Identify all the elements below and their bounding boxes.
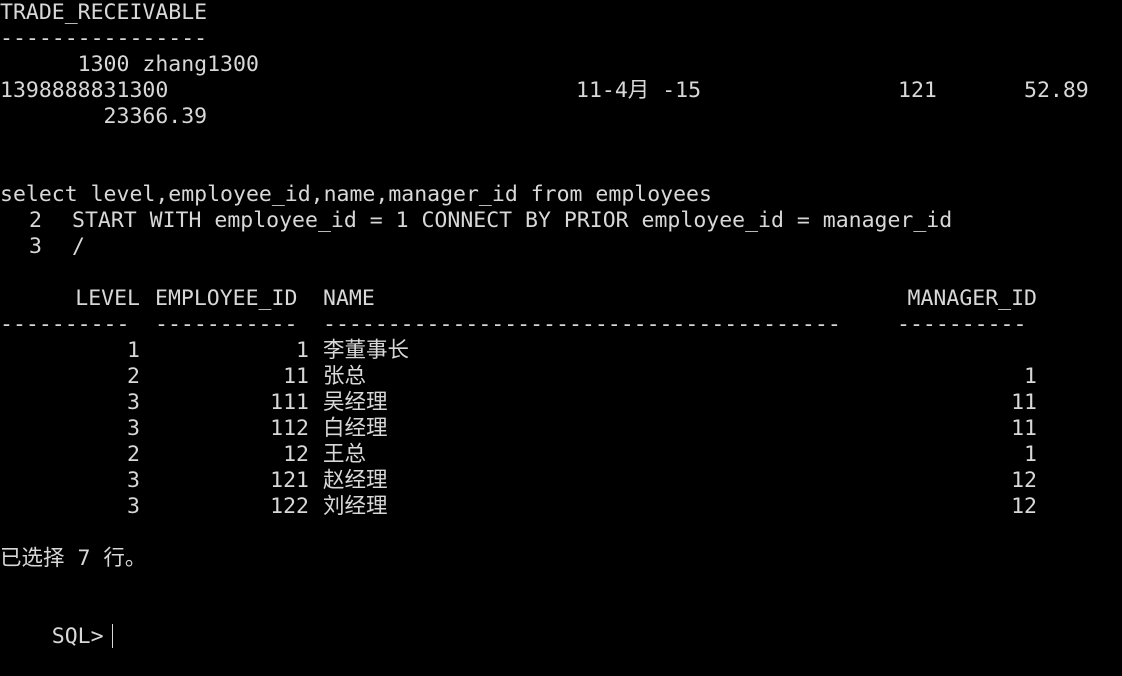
table-row: 2 11 张总 1 bbox=[0, 364, 1122, 390]
manager-id-cell: 1 bbox=[1024, 442, 1037, 467]
query-line: 3 / bbox=[0, 234, 1122, 260]
prev-output-row: 1300 zhang1300 bbox=[0, 52, 259, 77]
line-number: 2 bbox=[29, 208, 42, 233]
query-text: START WITH employee_id = 1 CONNECT BY PR… bbox=[72, 208, 953, 233]
table-row: 3 111 吴经理 11 bbox=[0, 390, 1122, 416]
separator-employee-id: ----------- bbox=[155, 312, 298, 337]
text-cursor bbox=[111, 624, 113, 648]
level-cell: 3 bbox=[127, 494, 140, 519]
table-row: 3 112 白经理 11 bbox=[0, 416, 1122, 442]
sql-prompt: SQL> bbox=[51, 624, 104, 649]
prev-output-row: 1398888831300 11-4月 -15 121 52.89 bbox=[0, 78, 1122, 104]
prev-date-value: 11-4月 -15 bbox=[576, 78, 702, 103]
manager-id-cell: 11 bbox=[1011, 416, 1037, 441]
prev-column-underline: ---------------- bbox=[0, 26, 208, 51]
level-cell: 2 bbox=[127, 442, 140, 467]
table-row: 3 122 刘经理 12 bbox=[0, 494, 1122, 520]
employee-id-cell: 111 bbox=[270, 390, 309, 415]
prev-amount-value: 52.89 bbox=[1024, 78, 1089, 103]
separator-level: ---------- bbox=[0, 312, 130, 337]
name-cell: 张总 bbox=[323, 364, 367, 389]
column-header-employee-id: EMPLOYEE_ID bbox=[155, 286, 298, 311]
prev-number-value: 121 bbox=[898, 78, 937, 103]
result-separator: ---------- ----------- -----------------… bbox=[0, 312, 1122, 338]
result-header: LEVEL EMPLOYEE_ID NAME MANAGER_ID bbox=[0, 286, 1122, 312]
name-cell: 吴经理 bbox=[323, 390, 388, 415]
query-text: / bbox=[72, 234, 85, 259]
level-cell: 3 bbox=[127, 468, 140, 493]
employee-id-cell: 121 bbox=[270, 468, 309, 493]
manager-id-cell: 11 bbox=[1011, 390, 1037, 415]
separator-manager-id: ---------- bbox=[897, 312, 1027, 337]
employee-id-cell: 1 bbox=[296, 338, 309, 363]
column-header-name: NAME bbox=[323, 286, 375, 311]
table-row: 1 1 李董事长 bbox=[0, 338, 1122, 364]
query-line: select level,employee_id,name,manager_id… bbox=[0, 182, 712, 207]
name-cell: 李董事长 bbox=[323, 338, 410, 363]
column-header-manager-id: MANAGER_ID bbox=[907, 286, 1037, 311]
name-cell: 王总 bbox=[323, 442, 367, 467]
query-line: 2 START WITH employee_id = 1 CONNECT BY … bbox=[0, 208, 1122, 234]
rows-selected-message: 已选择 7 行。 bbox=[0, 546, 147, 571]
level-cell: 1 bbox=[127, 338, 140, 363]
employee-id-cell: 122 bbox=[270, 494, 309, 519]
manager-id-cell: 12 bbox=[1011, 468, 1037, 493]
prev-phone-value: 1398888831300 bbox=[0, 78, 169, 103]
name-cell: 白经理 bbox=[323, 416, 388, 441]
employee-id-cell: 12 bbox=[283, 442, 309, 467]
sqlplus-console[interactable]: TRADE_RECEIVABLE ---------------- 1300 z… bbox=[0, 0, 1122, 649]
employee-id-cell: 11 bbox=[283, 364, 309, 389]
name-cell: 刘经理 bbox=[323, 494, 388, 519]
line-number: 3 bbox=[29, 234, 42, 259]
column-header-level: LEVEL bbox=[75, 286, 140, 311]
manager-id-cell: 12 bbox=[1011, 494, 1037, 519]
manager-id-cell: 1 bbox=[1024, 364, 1037, 389]
level-cell: 2 bbox=[127, 364, 140, 389]
table-row: 2 12 王总 1 bbox=[0, 442, 1122, 468]
name-cell: 赵经理 bbox=[323, 468, 388, 493]
prev-output-row: 23366.39 bbox=[0, 104, 208, 129]
command-prompt-line[interactable]: SQL> bbox=[0, 598, 113, 649]
prev-column-header: TRADE_RECEIVABLE bbox=[0, 0, 208, 25]
level-cell: 3 bbox=[127, 390, 140, 415]
table-row: 3 121 赵经理 12 bbox=[0, 468, 1122, 494]
employee-id-cell: 112 bbox=[270, 416, 309, 441]
level-cell: 3 bbox=[127, 416, 140, 441]
separator-name: ---------------------------------------- bbox=[323, 312, 841, 337]
